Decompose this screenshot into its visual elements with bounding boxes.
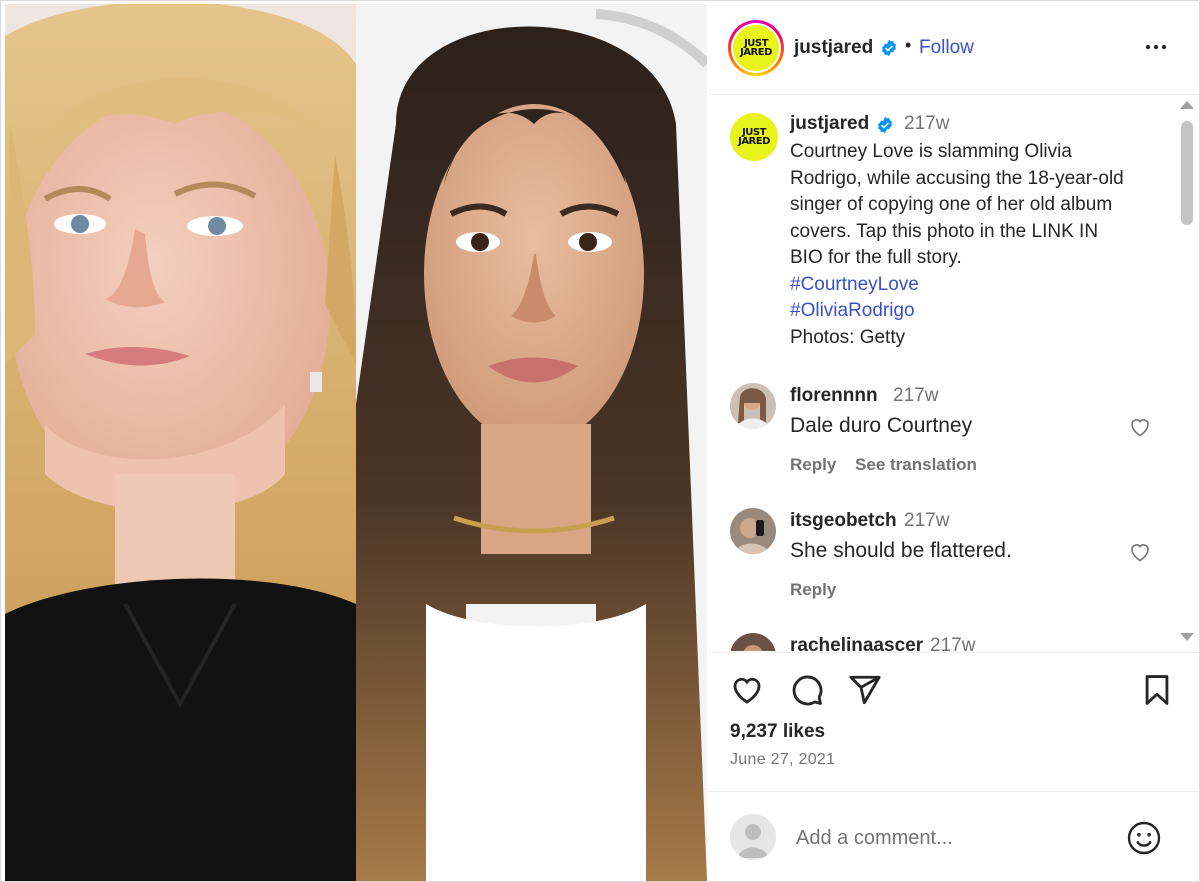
comment-timestamp[interactable]: 217w bbox=[904, 510, 949, 532]
comment-icon[interactable] bbox=[790, 673, 824, 707]
caption-timestamp[interactable]: 217w bbox=[904, 113, 949, 135]
see-translation-button[interactable]: See translation bbox=[855, 455, 977, 474]
caption-line: Courtney Love is slamming Olivia bbox=[790, 141, 1072, 162]
verified-icon bbox=[881, 39, 897, 57]
commenter-avatar[interactable] bbox=[730, 633, 776, 651]
justjared-logo: JUST JARED bbox=[733, 25, 779, 71]
commenter-username[interactable]: itsgeobetch bbox=[790, 510, 897, 532]
commenter-username[interactable]: florennnn bbox=[790, 385, 878, 407]
comment-text: Dale duro Courtney bbox=[790, 414, 973, 437]
caption-line: singer of copying one of her old album bbox=[790, 194, 1113, 215]
comment-actions: Reply bbox=[790, 580, 850, 600]
commenter-username[interactable]: rachelinaascer bbox=[790, 635, 923, 651]
post-details-panel: JUST JARED justjared • Follow JUST JARED… bbox=[708, 1, 1199, 881]
author-username[interactable]: justjared bbox=[794, 37, 873, 59]
caption-username[interactable]: justjared bbox=[790, 113, 869, 135]
comment-text: She should be flattered. bbox=[790, 539, 1012, 562]
scroll-up-arrow-icon[interactable] bbox=[1180, 101, 1194, 109]
reply-button[interactable]: Reply bbox=[790, 580, 836, 599]
portrait-left-illustration bbox=[5, 4, 356, 881]
heart-icon[interactable] bbox=[1128, 415, 1152, 439]
heart-icon[interactable] bbox=[730, 673, 764, 707]
comments-scroll-area[interactable]: JUST JARED justjared 217w Courtney Love … bbox=[708, 95, 1199, 651]
follow-button[interactable]: Follow bbox=[919, 37, 974, 59]
separator-dot: • bbox=[905, 35, 912, 55]
commenter-avatar[interactable] bbox=[730, 508, 776, 554]
portrait-right-illustration bbox=[356, 4, 707, 881]
emoji-icon[interactable] bbox=[1126, 820, 1162, 856]
comment-actions: Reply See translation bbox=[790, 455, 991, 475]
hashtag-link[interactable]: #OliviaRodrigo bbox=[790, 298, 1162, 325]
caption-line: covers. Tap this photo in the LINK IN bbox=[790, 220, 1099, 242]
bookmark-icon[interactable] bbox=[1140, 673, 1174, 707]
comment-input[interactable] bbox=[794, 822, 1118, 854]
caption-line: Rodrigo, while accusing the 18-year-old bbox=[790, 167, 1124, 189]
comment-timestamp[interactable]: 217w bbox=[893, 385, 938, 407]
post-date[interactable]: June 27, 2021 bbox=[730, 751, 835, 769]
photo-left-portrait bbox=[5, 4, 356, 881]
caption-text: Courtney Love is slamming Olivia Rodrigo… bbox=[790, 139, 1162, 351]
author-avatar[interactable]: JUST JARED bbox=[728, 20, 784, 76]
commenter-avatar[interactable] bbox=[730, 383, 776, 429]
share-icon[interactable] bbox=[848, 673, 882, 707]
current-user-avatar bbox=[730, 814, 776, 860]
post-header: JUST JARED justjared • Follow bbox=[708, 1, 1199, 95]
hashtag-link[interactable]: #CourtneyLove bbox=[790, 272, 1162, 299]
scrollbar-thumb[interactable] bbox=[1181, 121, 1193, 225]
post-window: JUST JARED justjared • Follow JUST JARED… bbox=[0, 0, 1200, 882]
heart-icon[interactable] bbox=[1128, 540, 1152, 564]
photo-right-portrait bbox=[356, 4, 707, 881]
caption-author-avatar[interactable]: JUST JARED bbox=[730, 113, 778, 161]
reply-button[interactable]: Reply bbox=[790, 455, 836, 474]
caption-line: BIO for the full story. bbox=[790, 247, 962, 268]
add-comment-bar bbox=[708, 791, 1199, 881]
more-options-icon[interactable] bbox=[1144, 35, 1168, 59]
post-photo[interactable] bbox=[5, 4, 707, 881]
verified-icon bbox=[877, 116, 893, 134]
caption-credit: Photos: Getty bbox=[790, 326, 906, 348]
comment-timestamp[interactable]: 217w bbox=[930, 635, 975, 651]
likes-count[interactable]: 9,237 likes bbox=[730, 721, 825, 743]
scroll-down-arrow-icon[interactable] bbox=[1180, 633, 1194, 641]
